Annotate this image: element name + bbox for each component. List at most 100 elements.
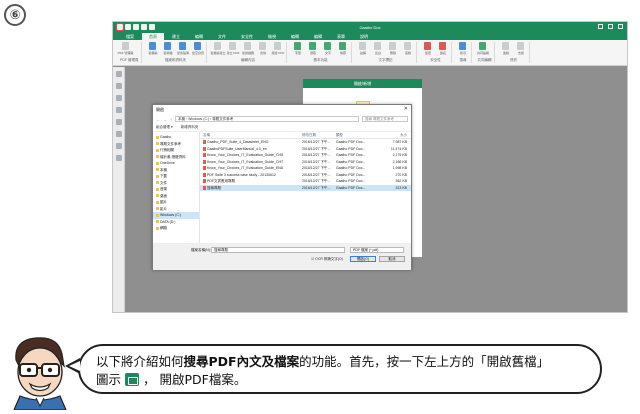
ribbon-group: 手型 選取 文字 快照 基本功能 [289, 42, 353, 63]
ribbon-button[interactable]: 搜尋 [457, 42, 468, 55]
filename-input[interactable]: 搜尋專題 [211, 247, 345, 253]
close-window-icon[interactable] [618, 24, 623, 29]
path-breadcrumb[interactable]: 本機 › Windows (C:) › 專題文件參考 [175, 116, 359, 122]
ribbon-button[interactable]: 註解 [357, 42, 368, 55]
ribbon-button[interactable]: 加密 [422, 42, 433, 55]
minimize-icon[interactable] [598, 24, 603, 29]
guide-character-illustration [13, 337, 67, 410]
ribbon-button-icon [479, 42, 487, 50]
layers-icon[interactable] [115, 131, 122, 137]
ribbon-button[interactable]: 從剪貼簿 [176, 42, 189, 55]
pdf-file-icon [203, 166, 206, 171]
tree-icon[interactable] [115, 155, 122, 161]
dialog-toolbar: 組合管理 ▾ 新增資料夾 [153, 124, 411, 132]
folder-icon [156, 187, 159, 191]
hand-tool-icon[interactable] [115, 71, 122, 77]
window-controls [598, 24, 623, 29]
ribbon-button[interactable]: 快照 [337, 42, 348, 55]
ribbon-tab[interactable]: 編輯 [284, 33, 306, 40]
column-date[interactable]: 修改日期 [302, 132, 336, 138]
folder-icon [156, 148, 159, 152]
ribbon-tabs: 檔案 首頁 建立 編輯 文件 安全性 檢視 編輯 編輯 表單 說明 [113, 32, 627, 40]
ribbon-button[interactable]: 合併 [257, 42, 268, 55]
ribbon-group-label: 搜尋 [459, 58, 467, 62]
search-input[interactable]: 搜尋 專題文件參考 [362, 116, 408, 122]
nav-item-label: 網路 [160, 226, 167, 230]
nav-item[interactable]: 網路 [153, 225, 199, 232]
up-arrow-icon[interactable]: ↑ [170, 117, 172, 122]
ribbon-button[interactable]: 支援 [515, 42, 526, 55]
folder-icon [156, 220, 159, 224]
ribbon-button-icon [294, 42, 302, 50]
pdf-file-icon [203, 185, 206, 190]
bookmark-icon[interactable] [115, 95, 122, 101]
ribbon-tab[interactable]: 編輯 [188, 33, 210, 40]
maximize-icon[interactable] [608, 24, 613, 29]
forward-arrow-icon[interactable]: → [163, 117, 167, 122]
ribbon-button-label: 從空白頁 [191, 51, 204, 55]
instruction-line-2: 圖示， 開啟PDF檔案。 [96, 372, 247, 387]
back-arrow-icon[interactable]: ← [156, 117, 160, 122]
file-row[interactable]: 搜尋專題 2016/12/27 下午... Gaaiho PDF Doc... 313… [200, 184, 411, 191]
ribbon-button[interactable]: PDF 管理員 [118, 42, 133, 55]
ribbon-button[interactable]: 從檔案建立 [210, 42, 226, 55]
ribbon-tab[interactable]: 檢視 [261, 33, 283, 40]
column-size[interactable]: 大小 [372, 132, 411, 138]
ribbon-button[interactable]: 選取 [307, 42, 318, 55]
ribbon-button[interactable]: 連線 [500, 42, 511, 55]
ribbon-button[interactable]: 建立 PDF [227, 42, 239, 55]
ribbon-button-label: 反白 [374, 51, 381, 55]
column-name[interactable]: 名稱 [200, 132, 302, 138]
ribbon-button[interactable]: 從掃描器 [242, 42, 254, 55]
ribbon-button[interactable]: 共同編輯 [477, 42, 489, 55]
ribbon-tab[interactable]: 說明 [353, 33, 375, 40]
ribbon-button[interactable]: 從檔案 [147, 42, 158, 55]
ribbon-button[interactable]: 從掃描 [162, 42, 173, 55]
ribbon-button[interactable]: 底線 [402, 42, 413, 55]
pages-icon[interactable] [115, 83, 122, 89]
ribbon-button-label: 簽名 [439, 51, 446, 55]
address-bar: ← → ↑ 本機 › Windows (C:) › 專題文件參考 搜尋 專題文件… [153, 114, 411, 124]
ribbon-button[interactable]: 反白 [372, 42, 383, 55]
ocr-checkbox[interactable]: ☑ OCR 辨識文字(O) [311, 257, 343, 262]
ribbon-button-icon [374, 42, 382, 50]
open-button[interactable]: 開啟(O) [350, 256, 376, 262]
ribbon-tab[interactable]: 編輯 [307, 33, 329, 40]
ribbon-tab[interactable]: 建立 [165, 33, 187, 40]
ribbon-button-label: 選取 [309, 51, 316, 55]
ribbon-button[interactable]: 刪除 [387, 42, 398, 55]
file-name: 搜尋專題 [207, 185, 221, 190]
ribbon-button-label: 文字 [324, 51, 331, 55]
organize-menu[interactable]: 組合管理 ▾ [156, 125, 173, 130]
column-type[interactable]: 類型 [336, 132, 372, 138]
ribbon-button[interactable]: 簽名 [437, 42, 448, 55]
ribbon-button-icon [122, 42, 129, 50]
open-dialog: 開啟 ✕ ← → ↑ 本機 › Windows (C:) › 專題文件參考 搜尋… [152, 104, 412, 270]
ribbon-tab[interactable]: 表單 [330, 33, 352, 40]
ribbon-button[interactable]: 文字 [322, 42, 333, 55]
attachment-icon[interactable] [115, 119, 122, 125]
ribbon-group: 註解 反白 刪除 底線 文字標記 [354, 42, 418, 63]
folder-icon [156, 135, 159, 139]
ribbon-tab[interactable]: 安全性 [234, 33, 260, 40]
ribbon-tab[interactable]: 文件 [211, 33, 233, 40]
folder-icon [156, 194, 159, 198]
ribbon-button-icon [179, 42, 187, 50]
ribbon-tab[interactable]: 檔案 [119, 33, 141, 40]
ribbon-group: 從檔案建立 建立 PDF 從掃描器 合併 組合 PDF 編輯內容 [209, 42, 288, 63]
ribbon-group-label: 編輯內容 [240, 58, 255, 62]
folder-icon [156, 181, 159, 185]
ribbon-button-label: 從剪貼簿 [176, 51, 189, 55]
signature-icon[interactable] [115, 143, 122, 149]
comment-icon[interactable] [115, 107, 122, 113]
ribbon-tab[interactable]: 首頁 [142, 33, 164, 40]
ribbon-button-icon [244, 42, 252, 50]
filetype-select[interactable]: PDF 檔案 (*.pdf) [350, 247, 404, 253]
ribbon-button[interactable]: 手型 [292, 42, 303, 55]
new-folder-button[interactable]: 新增資料夾 [181, 125, 199, 130]
ribbon-button-label: 底線 [404, 51, 411, 55]
ribbon-button[interactable]: 從空白頁 [191, 42, 204, 55]
cancel-button[interactable]: 取消 [379, 256, 405, 262]
ribbon-button[interactable]: 組合 PDF [272, 42, 284, 55]
dialog-close-icon[interactable]: ✕ [404, 105, 408, 114]
